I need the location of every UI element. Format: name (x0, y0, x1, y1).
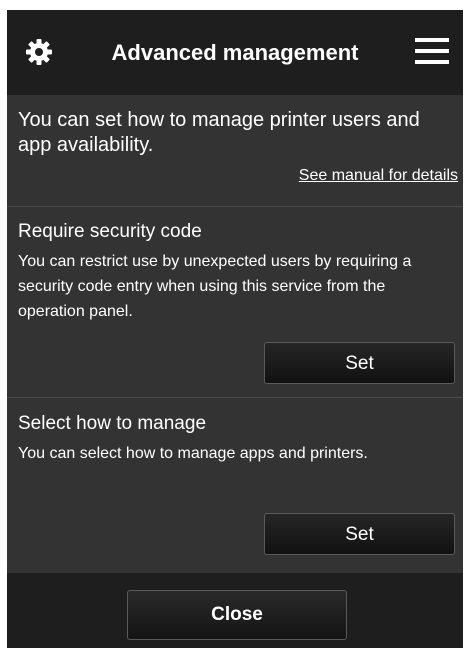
select-manage-description: You can select how to manage apps and pr… (18, 445, 368, 462)
intro-text: You can set how to manage printer users … (18, 109, 420, 156)
divider (7, 397, 463, 398)
hamburger-menu-icon[interactable] (415, 34, 449, 68)
security-code-description: You can restrict use by unexpected users… (18, 253, 412, 320)
see-manual-link[interactable]: See manual for details (299, 167, 458, 185)
select-manage-set-button[interactable]: Set (264, 513, 455, 555)
select-manage-title: Select how to manage (18, 413, 207, 434)
security-code-set-button[interactable]: Set (264, 342, 455, 384)
close-button[interactable]: Close (127, 590, 347, 640)
header-bar: Advanced management (7, 10, 463, 95)
content-area: You can set how to manage printer users … (7, 95, 463, 573)
divider (7, 206, 463, 207)
advanced-management-dialog: Advanced management You can set how to m… (7, 10, 463, 648)
footer-bar: Close (7, 573, 463, 648)
page-title: Advanced management (111, 40, 359, 65)
security-code-title: Require security code (18, 221, 202, 242)
gear-icon[interactable] (25, 38, 53, 66)
